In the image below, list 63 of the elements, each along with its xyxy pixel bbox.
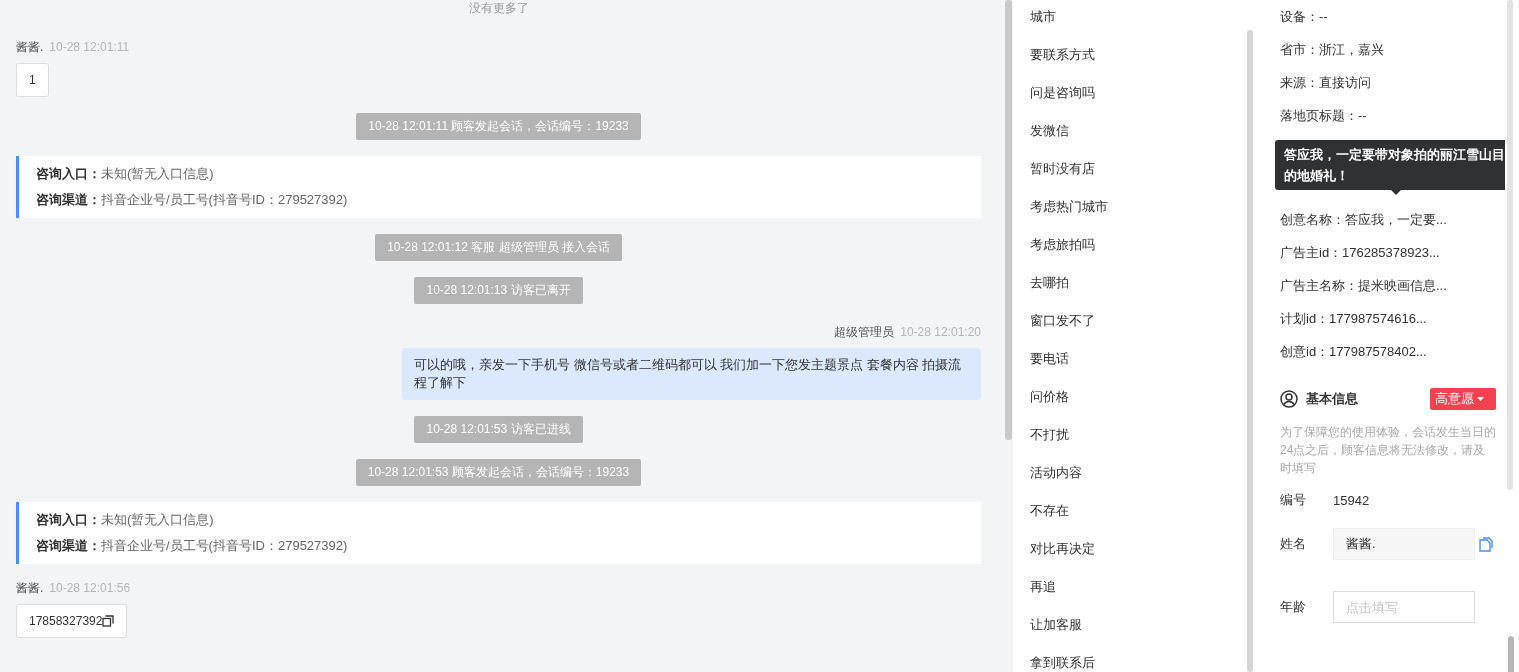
quick-reply-item[interactable]: 不存在 [1030, 503, 1069, 518]
entry-line: 咨询入口：未知(暂无入口信息) [36, 511, 215, 529]
quick-reply-item[interactable]: 去哪拍 [1030, 275, 1069, 290]
info-field: 广告主名称：提米映画信息... [1280, 269, 1496, 302]
entry-line: 咨询入口：未知(暂无入口信息) [36, 165, 215, 183]
quick-reply-item[interactable]: 不打扰 [1030, 427, 1069, 442]
quick-reply-item[interactable]: 窗口发不了 [1030, 313, 1095, 328]
quick-reply-item[interactable]: 再追 [1030, 579, 1056, 594]
quick-reply-item[interactable]: 要电话 [1030, 351, 1069, 366]
quick-reply-item[interactable]: 对比再决定 [1030, 541, 1095, 556]
info-field: 落地页标题：-- [1280, 99, 1496, 132]
message-bubble: 17858327392 [16, 604, 128, 638]
info-field: 创意名称：答应我，一定要... [1280, 203, 1496, 236]
field-label: 年龄 [1280, 598, 1307, 616]
system-notice: 10-28 12:01:11 顾客发起会话，会话编号：19233 [356, 113, 641, 140]
field-label: 编号 [1280, 491, 1307, 509]
entry-line: 咨询渠道：抖音企业号/员工号(抖音号ID：279527392) [36, 537, 349, 555]
tooltip-pointer [1391, 190, 1401, 195]
section-title: 基本信息 [1306, 390, 1359, 408]
copy-icon[interactable] [102, 615, 115, 627]
scrollbar-thumb[interactable] [1005, 0, 1012, 440]
message-bubble: 1 [16, 63, 49, 97]
quick-reply-item[interactable]: 城市 [1030, 9, 1056, 24]
sender-name: 超级管理员 [834, 324, 895, 340]
info-field: 创意id：177987578402... [1280, 335, 1496, 368]
info-field: 设备：-- [1280, 0, 1496, 33]
scrollbar-thumb[interactable] [1247, 30, 1253, 672]
sender-name: 酱酱. [16, 580, 44, 596]
message-bubble: 可以的哦，亲发一下手机号 微信号或者二维码都可以 我们加一下您发主题景点 套餐内容 拍摄流程了解下 [402, 348, 981, 400]
quick-reply-item[interactable]: 活动内容 [1030, 465, 1082, 480]
system-notice: 10-28 12:01:12 客服 超级管理员 接入会话 [375, 234, 622, 261]
system-notice: 10-28 12:01:53 访客已进线 [414, 416, 583, 443]
name-field[interactable]: 酱酱. [1333, 528, 1475, 560]
info-field: 来源：直接访问 [1280, 66, 1496, 99]
info-field: 计划id：177987574616... [1280, 302, 1496, 335]
scrollbar-thumb[interactable] [1508, 636, 1514, 672]
quick-reply-item[interactable]: 拿到联系后 [1030, 655, 1095, 670]
message-time: 10-28 12:01:20 [900, 324, 981, 340]
system-notice: 10-28 12:01:53 顾客发起会话，会话编号：19233 [355, 459, 642, 486]
intent-dropdown[interactable]: 高意愿 [1430, 388, 1496, 410]
scrollbar-thumb[interactable] [1507, 0, 1513, 490]
field-value: 15942 [1333, 492, 1370, 508]
quick-reply-item[interactable]: 要联系方式 [1030, 47, 1095, 62]
quick-reply-item[interactable]: 暂时没有店 [1030, 161, 1095, 176]
info-field: 广告主id：176285378923... [1280, 236, 1496, 269]
user-icon [1280, 390, 1298, 408]
entry-line: 咨询渠道：抖音企业号/员工号(抖音号ID：279527392) [36, 191, 349, 209]
message-time: 10-28 12:01:11 [49, 39, 130, 55]
quick-reply-item[interactable]: 问是咨询吗 [1030, 85, 1095, 100]
quick-reply-item[interactable]: 考虑旅拍吗 [1030, 237, 1095, 252]
field-label: 姓名 [1280, 535, 1307, 553]
message-time: 10-28 12:01:56 [49, 580, 131, 596]
notice-text: 为了保障您的使用体验，会话发生当日的24点之后，顾客信息将无法修改，请及时填写 [1280, 424, 1496, 477]
system-notice: 10-28 12:01:13 访客已离开 [414, 277, 583, 304]
sender-name: 酱酱. [16, 39, 44, 55]
caret-icon[interactable] [1477, 397, 1484, 401]
info-field: 省市：浙江，嘉兴 [1280, 33, 1496, 66]
quick-reply-item[interactable]: 让加客服 [1030, 617, 1082, 632]
no-more-text: 没有更多了 [468, 0, 529, 17]
quick-reply-item[interactable]: 发微信 [1030, 123, 1069, 138]
quick-reply-item[interactable]: 考虑热门城市 [1030, 199, 1108, 214]
quick-reply-item[interactable]: 问价格 [1030, 389, 1069, 404]
tooltip: 答应我，一定要带对象拍的丽江雪山目的地婚礼！ [1275, 140, 1505, 195]
